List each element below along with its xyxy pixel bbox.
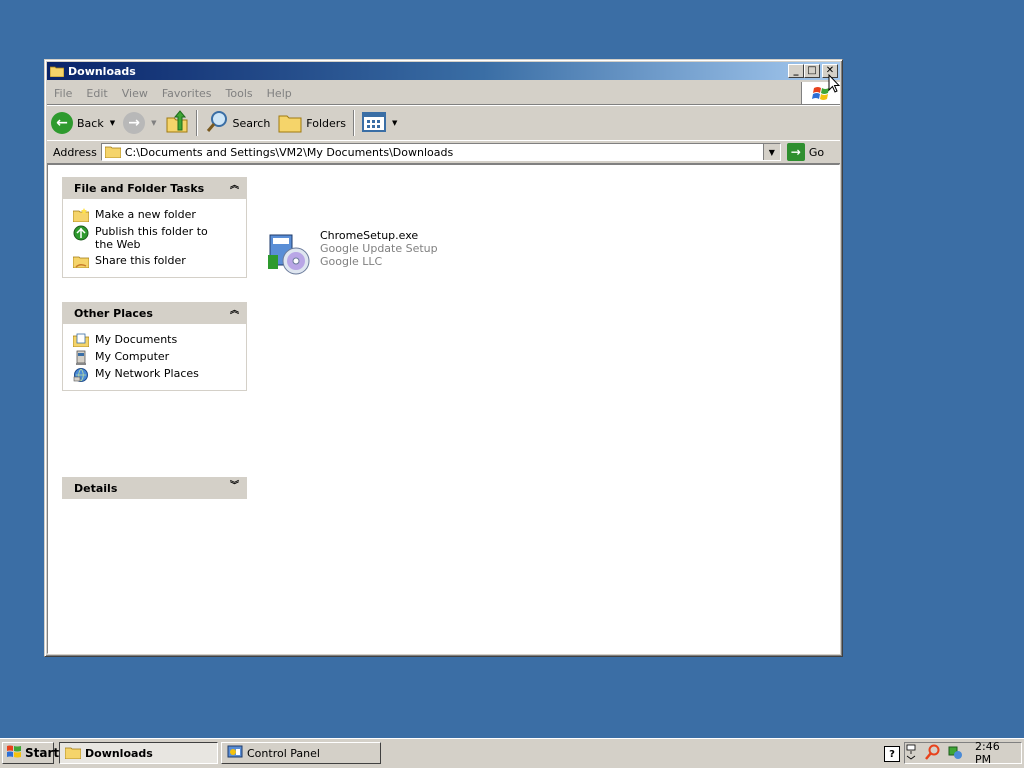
folder-icon bbox=[49, 65, 65, 78]
task-label: Make a new folder bbox=[95, 208, 196, 221]
start-label: Start bbox=[25, 746, 60, 760]
forward-arrow-icon: → bbox=[123, 112, 146, 134]
file-company: Google LLC bbox=[320, 255, 383, 268]
back-dropdown-icon[interactable]: ▼ bbox=[110, 119, 115, 127]
toolbar-separator bbox=[353, 110, 356, 136]
task-label: Publish this folder to the Web bbox=[95, 225, 208, 251]
back-button[interactable]: ← Back ▼ bbox=[47, 109, 119, 137]
security-tray-icon[interactable] bbox=[947, 744, 963, 763]
menu-edit[interactable]: Edit bbox=[79, 87, 114, 100]
details-panel: Details ︾ bbox=[62, 477, 247, 499]
network-places-icon bbox=[73, 367, 89, 382]
maximize-icon: □ bbox=[807, 65, 817, 76]
folder-content[interactable]: File and Folder Tasks ︽ Make a new folde… bbox=[47, 164, 840, 654]
search-label: Search bbox=[232, 116, 271, 130]
system-tray: 2:46 PM bbox=[904, 740, 1022, 766]
taskbar-button-label: Control Panel bbox=[247, 746, 320, 760]
folders-icon bbox=[278, 111, 302, 136]
share-folder-icon bbox=[72, 254, 90, 269]
file-name: ChromeSetup.exe bbox=[320, 229, 419, 242]
windows-flag-icon bbox=[6, 745, 22, 762]
folders-button[interactable]: Folders bbox=[274, 109, 350, 137]
menu-favorites[interactable]: Favorites bbox=[155, 87, 219, 100]
back-arrow-icon: ← bbox=[51, 112, 73, 134]
place-my-computer[interactable]: My Computer bbox=[73, 350, 246, 365]
go-button[interactable]: → Go bbox=[786, 143, 825, 161]
other-places-panel: Other Places ︽ My Documents My Computer bbox=[62, 302, 247, 391]
search-button[interactable]: Search bbox=[201, 109, 275, 137]
go-label: Go bbox=[808, 145, 825, 159]
window-title: Downloads bbox=[68, 64, 136, 78]
start-button[interactable]: Start bbox=[2, 742, 59, 764]
task-make-new-folder[interactable]: Make a new folder bbox=[72, 208, 246, 223]
expand-chevron-icon[interactable]: ︾ bbox=[230, 482, 239, 491]
details-header[interactable]: Details ︾ bbox=[62, 477, 247, 499]
file-description: Google Update Setup bbox=[320, 242, 438, 255]
menu-help[interactable]: Help bbox=[260, 87, 299, 100]
other-places-header[interactable]: Other Places ︽ bbox=[62, 302, 247, 324]
folders-label: Folders bbox=[306, 116, 347, 130]
menu-tools[interactable]: Tools bbox=[219, 87, 260, 100]
taskbar-button-downloads[interactable]: Downloads bbox=[59, 742, 218, 764]
menu-bar: File Edit View Favorites Tools Help bbox=[47, 82, 840, 105]
place-label: My Documents bbox=[95, 333, 178, 346]
views-button[interactable]: ▼ bbox=[358, 109, 401, 137]
forward-button[interactable]: → ▼ bbox=[119, 109, 160, 137]
my-documents-icon bbox=[72, 333, 90, 348]
menu-file[interactable]: File bbox=[47, 87, 79, 100]
collapse-chevron-icon[interactable]: ︽ bbox=[230, 307, 239, 316]
place-my-network-places[interactable]: My Network Places bbox=[73, 367, 246, 382]
forward-dropdown-icon[interactable]: ▼ bbox=[151, 119, 156, 127]
search-icon bbox=[205, 110, 229, 137]
place-label: My Network Places bbox=[95, 367, 199, 380]
file-item[interactable]: ChromeSetup.exe Google Update Setup Goog… bbox=[264, 229, 438, 277]
views-dropdown-icon: ▼ bbox=[392, 119, 398, 127]
address-dropdown-icon[interactable]: ▼ bbox=[762, 144, 780, 160]
search-tray-icon[interactable] bbox=[925, 744, 941, 763]
menu-view[interactable]: View bbox=[115, 87, 155, 100]
toolbar-separator bbox=[195, 110, 198, 136]
collapse-chevron-icon[interactable]: ︽ bbox=[230, 182, 239, 191]
details-title: Details bbox=[74, 481, 118, 495]
file-folder-tasks-panel: File and Folder Tasks ︽ Make a new folde… bbox=[62, 177, 247, 278]
taskbar-button-control-panel[interactable]: Control Panel bbox=[221, 742, 381, 764]
taskbar-button-label: Downloads bbox=[85, 746, 153, 760]
folder-icon bbox=[64, 745, 82, 762]
my-computer-icon bbox=[73, 350, 89, 365]
explorer-window: Downloads _ □ ✕ File Edit View Favorites… bbox=[44, 59, 843, 657]
address-folder-icon bbox=[104, 144, 122, 161]
control-panel-icon bbox=[227, 744, 243, 763]
network-tray-icon[interactable] bbox=[905, 744, 919, 763]
place-my-documents[interactable]: My Documents bbox=[72, 333, 246, 348]
address-bar: Address C:\Documents and Settings\VM2\My… bbox=[47, 140, 840, 164]
title-bar[interactable]: Downloads _ □ ✕ bbox=[47, 62, 840, 80]
new-folder-icon bbox=[72, 208, 90, 223]
help-icon[interactable]: ? bbox=[884, 746, 900, 762]
taskbar: Start Downloads Control Panel ? 2:46 PM bbox=[0, 738, 1024, 768]
go-arrow-icon: → bbox=[786, 143, 805, 161]
maximize-button[interactable]: □ bbox=[804, 64, 820, 78]
file-folder-tasks-title: File and Folder Tasks bbox=[74, 181, 205, 195]
toolbar: ← Back ▼ → ▼ Search Folders ▼ bbox=[47, 105, 840, 141]
task-label: Share this folder bbox=[95, 254, 186, 267]
back-label: Back bbox=[77, 116, 104, 130]
task-share-folder[interactable]: Share this folder bbox=[72, 254, 246, 269]
task-publish-to-web[interactable]: Publish this folder to the Web bbox=[73, 225, 246, 251]
place-label: My Computer bbox=[95, 350, 170, 363]
installer-disc-icon bbox=[264, 229, 312, 277]
views-grid-icon bbox=[362, 111, 387, 135]
up-folder-icon bbox=[165, 109, 189, 137]
minimize-button[interactable]: _ bbox=[788, 64, 804, 78]
other-places-title: Other Places bbox=[74, 306, 153, 320]
address-label: Address bbox=[53, 145, 97, 159]
clock[interactable]: 2:46 PM bbox=[975, 740, 1011, 766]
address-value: C:\Documents and Settings\VM2\My Documen… bbox=[124, 145, 454, 159]
mouse-cursor-icon bbox=[828, 73, 841, 97]
address-input[interactable]: C:\Documents and Settings\VM2\My Documen… bbox=[100, 143, 781, 161]
globe-icon bbox=[73, 225, 89, 241]
minimize-icon: _ bbox=[793, 65, 799, 76]
file-folder-tasks-header[interactable]: File and Folder Tasks ︽ bbox=[62, 177, 247, 199]
up-folder-button[interactable] bbox=[161, 109, 193, 137]
